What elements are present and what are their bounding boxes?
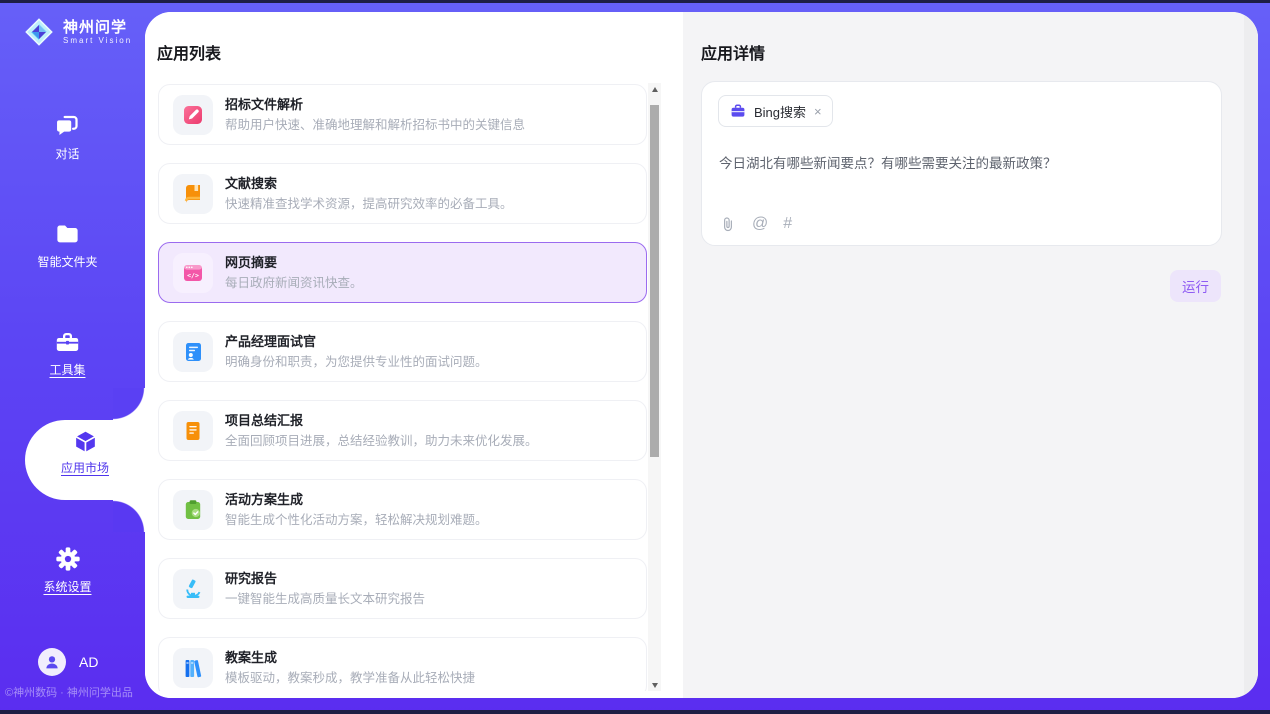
window-top-edge <box>0 0 1270 3</box>
app-name: 教案生成 <box>225 647 277 666</box>
mention-icon[interactable]: @ <box>752 215 768 233</box>
app-card-event-plan[interactable]: 活动方案生成 智能生成个性化活动方案，轻松解决规划难题。 <box>158 479 647 540</box>
person-icon <box>43 653 61 671</box>
app-description: 帮助用户快速、准确地理解和解析招标书中的关键信息 <box>225 114 525 133</box>
app-list-scroll-area: 招标文件解析 帮助用户快速、准确地理解和解析招标书中的关键信息 文献搜索 快速精… <box>145 83 648 691</box>
input-action-row: @ # <box>719 215 792 233</box>
topic-hash-icon[interactable]: # <box>783 215 792 233</box>
sidebar-item-label: 系统设置 <box>43 578 91 595</box>
app-list-panel: 应用列表 招标文件解析 帮助用户快速、准确地理解和解析招标书中的关键信息 <box>145 12 683 698</box>
app-card-project-summary[interactable]: 项目总结汇报 全面回顾项目进展，总结经验教训，助力未来优化发展。 <box>158 400 647 461</box>
app-list-title: 应用列表 <box>157 40 221 64</box>
app-icon-box <box>173 174 213 214</box>
app-window: 神州问学 Smart Vision 对话 智能文件夹 工具 <box>0 0 1270 714</box>
app-detail-title: 应用详情 <box>701 40 765 64</box>
window-bottom-edge <box>0 710 1270 714</box>
app-description: 一键智能生成高质量长文本研究报告 <box>225 588 425 607</box>
brand-subtitle: Smart Vision <box>63 36 132 45</box>
sidebar-item-smart-folder[interactable]: 智能文件夹 <box>0 221 135 270</box>
app-icon-box <box>173 490 213 530</box>
app-icon-box: </> <box>173 253 213 293</box>
clipboard-check-icon <box>181 498 205 522</box>
app-name: 项目总结汇报 <box>225 410 303 429</box>
query-text[interactable]: 今日湖北有哪些新闻要点？有哪些需要关注的最新政策？ <box>719 152 1199 172</box>
app-icon-box <box>173 569 213 609</box>
briefcase-icon <box>730 103 746 119</box>
sidebar-item-settings[interactable]: 系统设置 <box>0 545 135 595</box>
app-name: 网页摘要 <box>225 252 277 271</box>
app-detail-panel: 应用详情 Bing搜索 × 今日湖北有哪些新闻要点？有哪些需要关注的最新政策？ <box>683 12 1258 698</box>
books-icon <box>181 656 205 680</box>
gear-icon <box>54 545 82 573</box>
app-name: 研究报告 <box>225 568 277 587</box>
app-name: 招标文件解析 <box>225 94 303 113</box>
sidebar-item-chat[interactable]: 对话 <box>0 113 135 162</box>
scroll-up-arrow-icon[interactable] <box>648 83 661 95</box>
sidebar-item-label: 工具集 <box>49 361 85 378</box>
sidebar-item-toolset[interactable]: 工具集 <box>0 329 135 378</box>
app-icon-box <box>173 648 213 688</box>
edit-icon <box>181 103 205 127</box>
sidebar-item-label: 对话 <box>55 145 79 162</box>
app-card-bid-analysis[interactable]: 招标文件解析 帮助用户快速、准确地理解和解析招标书中的关键信息 <box>158 84 647 145</box>
query-input-card[interactable]: Bing搜索 × 今日湖北有哪些新闻要点？有哪些需要关注的最新政策？ @ # <box>701 81 1222 246</box>
tool-tag-label: Bing搜索 <box>754 102 806 121</box>
book-icon <box>181 182 205 206</box>
main-content-card: 应用列表 招标文件解析 帮助用户快速、准确地理解和解析招标书中的关键信息 <box>145 12 1258 698</box>
app-name: 活动方案生成 <box>225 489 303 508</box>
run-button[interactable]: 运行 <box>1170 270 1221 302</box>
app-icon-box <box>173 95 213 135</box>
app-description: 全面回顾项目进展，总结经验教训，助力未来优化发展。 <box>225 430 538 449</box>
copyright-footer: ©神州数码 · 神州问学出品 <box>5 684 133 700</box>
brand-text: 神州问学 Smart Vision <box>63 19 132 45</box>
attachment-icon[interactable] <box>719 215 737 233</box>
app-list-scrollbar[interactable] <box>648 83 661 691</box>
user-name: AD <box>79 654 98 670</box>
app-name: 产品经理面试官 <box>225 331 316 350</box>
browser-code-icon: </> <box>181 261 205 285</box>
scrollbar-thumb[interactable] <box>650 105 659 457</box>
sidebar: 神州问学 Smart Vision 对话 智能文件夹 工具 <box>0 0 145 714</box>
app-card-web-summary[interactable]: </> 网页摘要 每日政府新闻资讯快查。 <box>158 242 647 303</box>
folder-icon <box>54 221 81 248</box>
avatar <box>38 648 66 676</box>
tag-close-icon[interactable]: × <box>814 105 822 118</box>
brand-name: 神州问学 <box>63 19 132 36</box>
app-icon-box <box>173 332 213 372</box>
app-card-literature-search[interactable]: 文献搜索 快速精准查找学术资源，提高研究效率的必备工具。 <box>158 163 647 224</box>
app-description: 明确身份和职责，为您提供专业性的面试问题。 <box>225 351 488 370</box>
app-name: 文献搜索 <box>225 173 277 192</box>
sidebar-item-label: 智能文件夹 <box>37 253 97 270</box>
user-account[interactable]: AD <box>38 648 98 676</box>
microscope-icon <box>181 577 205 601</box>
app-description: 智能生成个性化活动方案，轻松解决规划难题。 <box>225 509 488 528</box>
app-card-research-report[interactable]: 研究报告 一键智能生成高质量长文本研究报告 <box>158 558 647 619</box>
interview-doc-icon <box>181 340 205 364</box>
report-doc-icon <box>181 419 205 443</box>
app-card-pm-interviewer[interactable]: 产品经理面试官 明确身份和职责，为您提供专业性的面试问题。 <box>158 321 647 382</box>
app-card-lesson-plan[interactable]: 教案生成 模板驱动，教案秒成，教学准备从此轻松快捷 <box>158 637 647 691</box>
app-description: 每日政府新闻资讯快查。 <box>225 272 363 291</box>
app-description: 快速精准查找学术资源，提高研究效率的必备工具。 <box>225 193 513 212</box>
app-icon-box <box>173 411 213 451</box>
tool-tag-bing-search[interactable]: Bing搜索 × <box>718 95 833 127</box>
detail-scrollbar-track[interactable] <box>1244 12 1258 698</box>
app-description: 模板驱动，教案秒成，教学准备从此轻松快捷 <box>225 667 475 686</box>
brand-logo: 神州问学 Smart Vision <box>22 15 132 49</box>
toolbox-icon <box>54 329 81 356</box>
diamond-logo-icon <box>22 15 56 49</box>
scroll-down-arrow-icon[interactable] <box>648 679 661 691</box>
chat-icon <box>54 113 81 140</box>
svg-text:</>: </> <box>187 272 199 280</box>
